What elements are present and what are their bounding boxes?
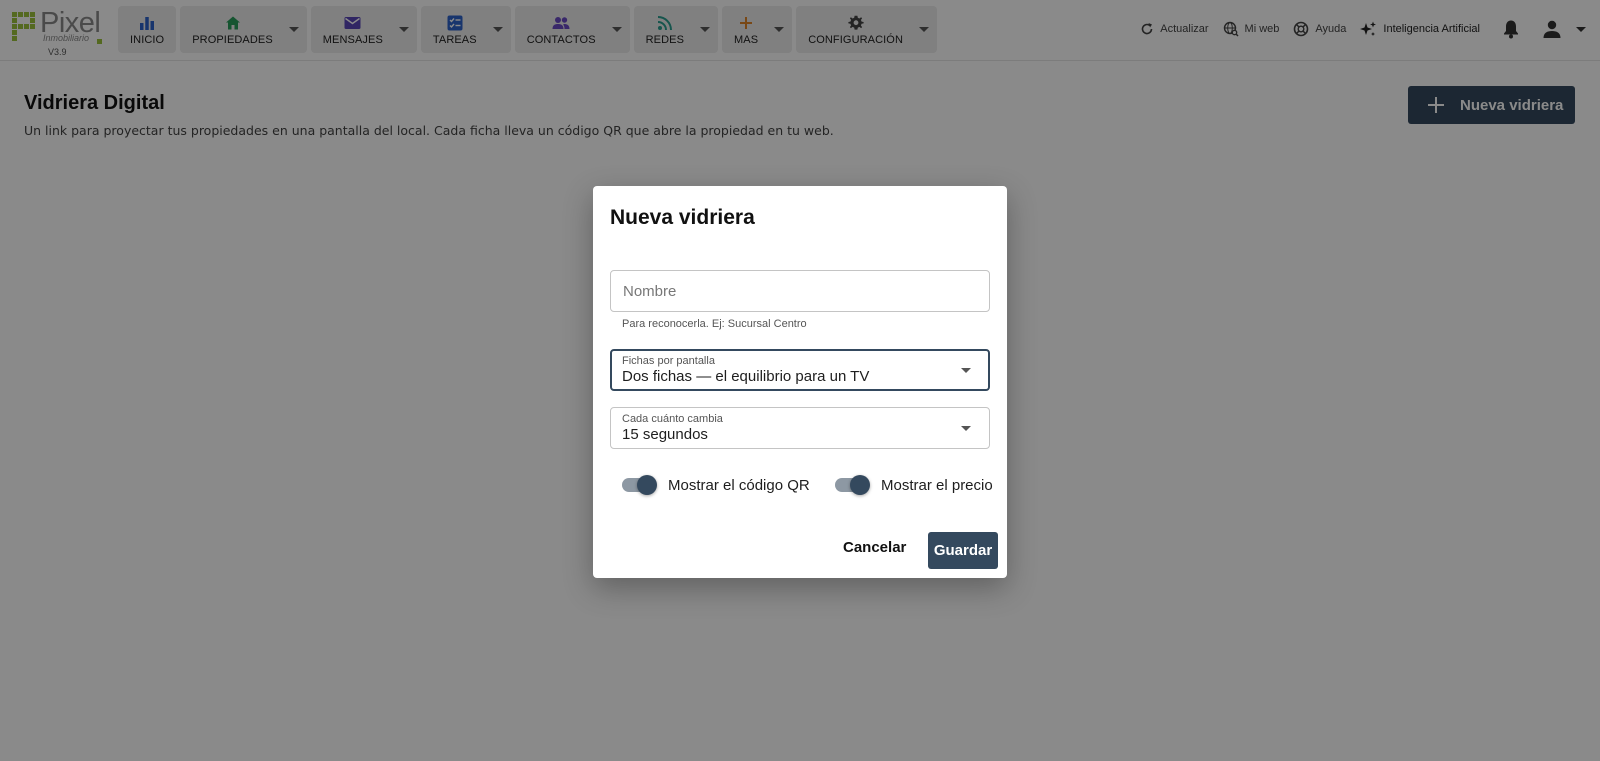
- chevron-down-icon: [961, 368, 971, 373]
- interval-select[interactable]: Cada cuánto cambia 15 segundos: [610, 407, 990, 449]
- qr-switch[interactable]: [621, 475, 657, 495]
- interval-value: 15 segundos: [622, 426, 708, 443]
- save-button[interactable]: Guardar: [928, 532, 998, 569]
- name-placeholder: Nombre: [623, 283, 677, 300]
- chevron-down-icon: [961, 426, 971, 431]
- price-switch[interactable]: [834, 475, 870, 495]
- toggle-show-qr-label: Mostrar el código QR: [668, 476, 810, 494]
- cards-per-screen-label: Fichas por pantalla: [622, 355, 715, 367]
- cancel-button[interactable]: Cancelar: [843, 532, 906, 564]
- cards-per-screen-value: Dos fichas — el equilibrio para un TV: [622, 368, 870, 385]
- toggle-show-qr[interactable]: Mostrar el código QR: [621, 475, 810, 495]
- new-showcase-dialog: Nueva vidriera Nombre Para reconocerla. …: [593, 186, 1007, 578]
- toggle-show-price-label: Mostrar el precio: [881, 476, 993, 494]
- dialog-title: Nueva vidriera: [610, 206, 755, 229]
- cards-per-screen-select[interactable]: Fichas por pantalla Dos fichas — el equi…: [610, 349, 990, 391]
- toggle-show-price[interactable]: Mostrar el precio: [834, 475, 993, 495]
- interval-label: Cada cuánto cambia: [622, 413, 723, 425]
- name-input[interactable]: Nombre: [610, 270, 990, 312]
- name-helper-text: Para reconocerla. Ej: Sucursal Centro: [622, 318, 807, 330]
